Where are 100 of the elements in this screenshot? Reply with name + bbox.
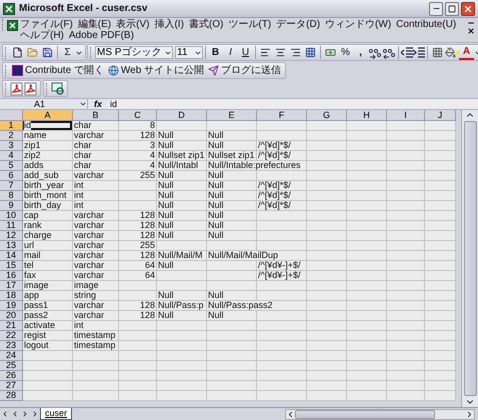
row-header[interactable]: 16	[0, 271, 23, 281]
table-cell[interactable]	[387, 341, 425, 351]
table-cell[interactable]: 4	[119, 151, 157, 161]
table-cell[interactable]	[347, 121, 387, 131]
table-cell[interactable]: Null	[157, 171, 207, 181]
table-cell[interactable]: /^[¥d]*$/	[257, 141, 307, 151]
table-cell[interactable]	[425, 291, 456, 301]
table-cell[interactable]: varchar	[73, 221, 119, 231]
table-cell[interactable]	[307, 241, 347, 251]
increase-decimal-icon[interactable]	[368, 46, 382, 58]
table-cell[interactable]: 4	[119, 161, 157, 171]
column-header[interactable]: H	[347, 110, 387, 121]
table-cell[interactable]	[347, 181, 387, 191]
table-cell[interactable]	[157, 361, 207, 371]
column-header[interactable]: I	[387, 110, 425, 121]
row-header[interactable]: 13	[0, 241, 23, 251]
table-cell[interactable]	[387, 311, 425, 321]
toolbar-button[interactable]: Web サイトに公開	[106, 63, 206, 78]
table-cell[interactable]	[119, 341, 157, 351]
table-cell[interactable]: int	[73, 191, 119, 201]
table-cell[interactable]: char	[73, 161, 119, 171]
table-cell[interactable]: int	[73, 321, 119, 331]
table-cell[interactable]	[157, 331, 207, 341]
table-cell[interactable]	[119, 321, 157, 331]
table-cell[interactable]	[307, 151, 347, 161]
toolbar-button[interactable]: ブログに送信	[206, 63, 284, 78]
column-header[interactable]: B	[73, 110, 119, 121]
table-cell[interactable]	[307, 221, 347, 231]
table-cell[interactable]: varchar	[73, 271, 119, 281]
table-cell[interactable]	[425, 311, 456, 321]
table-cell[interactable]	[207, 281, 257, 291]
table-cell[interactable]	[207, 121, 257, 131]
table-cell[interactable]	[257, 331, 307, 341]
first-sheet-icon[interactable]	[1, 410, 9, 418]
table-cell[interactable]	[347, 161, 387, 171]
table-cell[interactable]: /^[¥d]*$/	[257, 191, 307, 201]
italic-button[interactable]: I	[223, 45, 238, 60]
table-cell[interactable]: pass2	[23, 311, 73, 321]
table-cell[interactable]	[157, 371, 207, 381]
row-header[interactable]: 5	[0, 161, 23, 171]
row-header[interactable]: 3	[0, 141, 23, 151]
vertical-scrollbar[interactable]	[461, 110, 478, 407]
table-cell[interactable]: 128	[119, 231, 157, 241]
menu-item[interactable]: データ(D)	[276, 19, 320, 30]
table-cell[interactable]	[207, 371, 257, 381]
table-cell[interactable]	[119, 191, 157, 201]
table-cell[interactable]	[347, 371, 387, 381]
table-cell[interactable]	[425, 341, 456, 351]
table-cell[interactable]	[387, 361, 425, 371]
table-cell[interactable]	[307, 271, 347, 281]
table-cell[interactable]	[347, 151, 387, 161]
table-cell[interactable]	[347, 211, 387, 221]
table-cell[interactable]: Null	[207, 171, 257, 181]
row-header[interactable]: 23	[0, 341, 23, 351]
table-cell[interactable]	[23, 351, 73, 361]
table-cell[interactable]: id	[23, 121, 73, 131]
table-cell[interactable]: varchar	[73, 231, 119, 241]
table-cell[interactable]	[73, 351, 119, 361]
table-cell[interactable]: Null	[207, 181, 257, 191]
table-cell[interactable]: 64	[119, 261, 157, 271]
table-cell[interactable]	[307, 301, 347, 311]
table-cell[interactable]: pass1	[23, 301, 73, 311]
table-cell[interactable]: adds	[23, 161, 73, 171]
table-cell[interactable]	[307, 161, 347, 171]
row-header[interactable]: 28	[0, 391, 23, 401]
table-cell[interactable]: Null/Intable:prefectures	[207, 161, 307, 171]
fill-color-icon[interactable]	[445, 47, 456, 58]
table-cell[interactable]	[425, 161, 456, 171]
table-cell[interactable]	[119, 391, 157, 401]
table-cell[interactable]	[307, 261, 347, 271]
table-cell[interactable]	[425, 331, 456, 341]
table-cell[interactable]	[157, 381, 207, 391]
close-button[interactable]	[461, 2, 475, 16]
previous-sheet-icon[interactable]	[11, 410, 19, 418]
table-cell[interactable]: image	[23, 281, 73, 291]
save-button[interactable]	[40, 45, 55, 60]
table-cell[interactable]	[425, 131, 456, 141]
column-header[interactable]: J	[425, 110, 456, 121]
table-cell[interactable]	[425, 171, 456, 181]
table-cell[interactable]	[387, 171, 425, 181]
table-cell[interactable]: 64	[119, 271, 157, 281]
table-cell[interactable]	[119, 281, 157, 291]
table-cell[interactable]	[157, 391, 207, 401]
table-cell[interactable]	[387, 211, 425, 221]
close-icon[interactable]	[467, 27, 475, 35]
table-cell[interactable]	[257, 321, 307, 331]
table-cell[interactable]	[207, 331, 257, 341]
review-icon[interactable]	[51, 82, 65, 95]
table-cell[interactable]: app	[23, 291, 73, 301]
row-header[interactable]: 21	[0, 321, 23, 331]
toolbar-grip-icon[interactable]	[46, 82, 49, 94]
table-cell[interactable]: timestamp	[73, 341, 119, 351]
spreadsheet-icon[interactable]	[7, 20, 18, 31]
table-cell[interactable]	[257, 221, 307, 231]
table-cell[interactable]	[425, 231, 456, 241]
row-header[interactable]: 26	[0, 371, 23, 381]
table-cell[interactable]	[387, 391, 425, 401]
table-cell[interactable]: tel	[23, 261, 73, 271]
menu-item[interactable]: ヘルプ(H)	[20, 30, 64, 41]
table-cell[interactable]	[347, 331, 387, 341]
